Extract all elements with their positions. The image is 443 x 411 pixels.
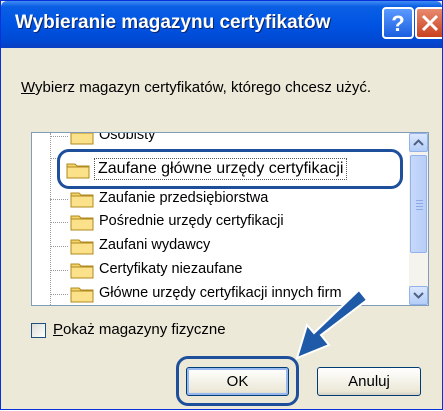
chevron-down-icon [413, 292, 424, 299]
tree-item-label: Zaufani wydawcy [99, 237, 211, 253]
tree-item-label: Zaufanie przedsiębiorstwa [99, 190, 269, 206]
tree-item-innych-firm[interactable]: Główne urzędy certyfikacji innych firm [32, 283, 409, 305]
checkbox-mnemonic: P [53, 321, 64, 338]
tree-item-label: Osobisty [99, 133, 156, 143]
help-button[interactable]: ? [382, 7, 414, 39]
checkbox-label-rest: okaż magazyny fizyczne [63, 321, 226, 338]
close-icon [421, 14, 439, 32]
scroll-up-button[interactable] [409, 133, 428, 152]
folder-icon [70, 239, 94, 255]
highlight-callout-selected-store[interactable]: Zaufane główne urzędy certyfikacji [57, 149, 403, 189]
tree-item-label: Pośrednie urzędy certyfikacji [99, 213, 284, 229]
tree-item-zaufani-wydawcy[interactable]: Zaufani wydawcy [32, 235, 409, 257]
vertical-scrollbar[interactable] [409, 133, 428, 305]
instruction-text: Wybierz magazyn certyfikatów, którego ch… [21, 79, 371, 96]
dialog-window: Wybieranie magazynu certyfikatów ? Wybie… [0, 0, 443, 410]
folder-icon [66, 163, 90, 179]
tree-item-osobisty[interactable]: Osobisty [32, 133, 409, 147]
folder-icon [70, 192, 94, 208]
ok-button[interactable]: OK [186, 367, 289, 396]
show-physical-stores-checkbox[interactable] [31, 323, 46, 338]
tree-item-niezaufane[interactable]: Certyfikaty niezaufane [32, 259, 409, 281]
window-title: Wybieranie magazynu certyfikatów [15, 12, 331, 33]
close-button[interactable] [415, 7, 442, 39]
title-bar: Wybieranie magazynu certyfikatów ? [1, 1, 442, 48]
selected-store-label: Zaufane główne urzędy certyfikacji [94, 158, 348, 180]
tree-item-zaufanie-przedsiebiorstwa[interactable]: Zaufanie przedsiębiorstwa [32, 188, 409, 210]
folder-icon [70, 263, 94, 279]
folder-icon [70, 287, 94, 303]
scroll-down-button[interactable] [409, 286, 428, 305]
tree-item-label: Główne urzędy certyfikacji innych firm [99, 285, 342, 301]
folder-icon [70, 215, 94, 231]
svg-text:?: ? [391, 11, 404, 36]
help-icon: ? [391, 11, 404, 36]
scroll-thumb[interactable] [410, 155, 427, 253]
tree-item-posrednie[interactable]: Pośrednie urzędy certyfikacji [32, 211, 409, 233]
cancel-button[interactable]: Anuluj [317, 367, 421, 396]
chevron-up-icon [413, 139, 424, 146]
instruction-mnemonic: W [21, 79, 36, 96]
folder-icon [70, 133, 94, 145]
instruction-rest: ybierz magazyn certyfikatów, którego chc… [35, 79, 372, 96]
checkbox-label: Pokaż magazyny fizyczne [53, 321, 226, 338]
tree-item-label: Certyfikaty niezaufane [99, 261, 243, 277]
